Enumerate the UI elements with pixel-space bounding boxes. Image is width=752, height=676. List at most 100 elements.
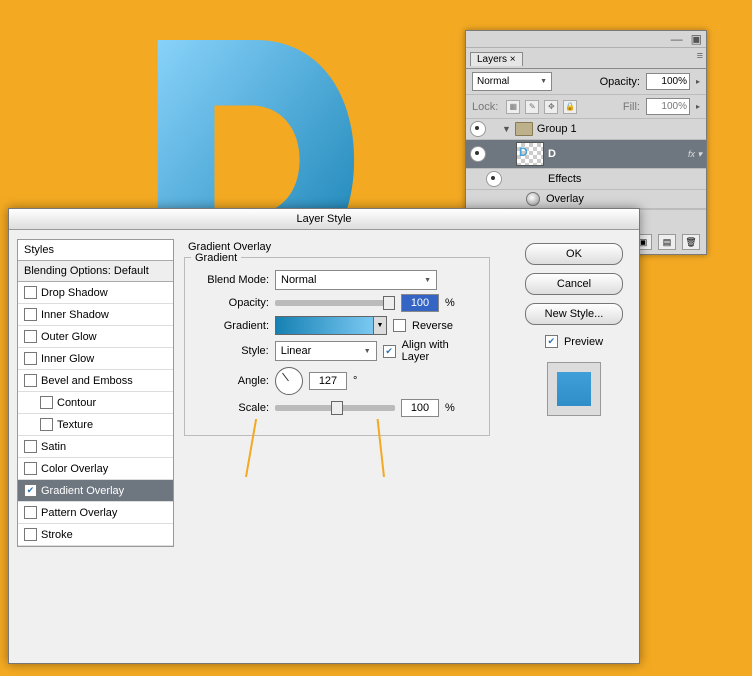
layer-group-row[interactable]: ▼ Group 1 [466, 119, 706, 140]
layers-tab[interactable]: Layers × [470, 52, 523, 66]
preview-label: Preview [564, 336, 603, 348]
checkbox[interactable] [24, 308, 37, 321]
opt-label: Gradient Overlay [41, 485, 124, 497]
layer-blend-mode-value: Normal [477, 76, 509, 87]
layer-blend-mode-select[interactable]: Normal ▼ [472, 72, 552, 91]
gradient-fieldset: Gradient Blend Mode: Normal ▼ Opacity: 1… [184, 257, 490, 436]
checkbox[interactable] [24, 374, 37, 387]
opacity-input[interactable]: 100 [401, 294, 439, 312]
opt-label: Contour [57, 397, 96, 409]
new-style-button[interactable]: New Style... [525, 303, 623, 325]
opt-label: Color Overlay [41, 463, 108, 475]
angle-dial[interactable] [275, 367, 303, 395]
visibility-eye-icon[interactable] [470, 121, 486, 137]
opacity-label: Opacity: [600, 76, 640, 88]
lock-fill-row: Lock: ▦ ✎ ✥ 🔒 Fill: 100% ▸ [466, 95, 706, 119]
blend-mode-value: Normal [281, 274, 316, 286]
style-label: Style: [195, 345, 269, 357]
blend-mode-select[interactable]: Normal ▼ [275, 270, 437, 290]
cancel-button[interactable]: Cancel [525, 273, 623, 295]
panel-menu-icon[interactable]: ≡ [697, 50, 702, 62]
scale-label: Scale: [195, 402, 269, 414]
layer-row-d[interactable]: D D fx ▾ [466, 140, 706, 169]
checkbox[interactable] [24, 506, 37, 519]
opt-pattern-overlay[interactable]: Pattern Overlay [18, 502, 173, 524]
opacity-label: Opacity: [195, 297, 269, 309]
checkbox[interactable] [24, 286, 37, 299]
checkbox-checked[interactable] [24, 484, 37, 497]
scale-slider[interactable] [275, 405, 395, 411]
layer-list: ▼ Group 1 D D fx ▾ Effects Overlay [466, 119, 706, 209]
preview-row: Preview [545, 335, 603, 348]
dialog-title: Layer Style [9, 209, 639, 230]
checkbox[interactable] [24, 440, 37, 453]
minimize-icon[interactable]: — [671, 32, 683, 46]
styles-header[interactable]: Styles [18, 240, 173, 261]
preview-checkbox[interactable] [545, 335, 558, 348]
gradient-label: Gradient: [195, 320, 269, 332]
lock-all-icon[interactable]: 🔒 [563, 100, 577, 114]
opt-contour[interactable]: Contour [18, 392, 173, 414]
trash-icon[interactable]: 🗑 [682, 234, 700, 250]
new-layer-icon[interactable]: ▤ [658, 234, 676, 250]
gradient-overlay-section: Gradient Overlay Gradient Blend Mode: No… [184, 239, 490, 436]
lock-position-icon[interactable]: ✥ [544, 100, 558, 114]
overlay-subrow[interactable]: Overlay [466, 190, 706, 209]
opt-label: Drop Shadow [41, 287, 108, 299]
fill-flyout-icon[interactable]: ▸ [696, 102, 700, 111]
opacity-flyout-icon[interactable]: ▸ [696, 77, 700, 86]
opt-bevel[interactable]: Bevel and Emboss [18, 370, 173, 392]
checkbox[interactable] [24, 462, 37, 475]
visibility-eye-icon[interactable] [470, 146, 486, 162]
checkbox[interactable] [24, 352, 37, 365]
opt-label: Satin [41, 441, 66, 453]
checkbox[interactable] [24, 330, 37, 343]
align-label: Align with Layer [402, 339, 479, 363]
visibility-eye-icon[interactable] [486, 171, 502, 187]
lock-transparency-icon[interactable]: ▦ [506, 100, 520, 114]
percent-symbol: % [445, 402, 455, 414]
opt-color-overlay[interactable]: Color Overlay [18, 458, 173, 480]
align-checkbox[interactable] [383, 345, 396, 358]
opt-outer-glow[interactable]: Outer Glow [18, 326, 173, 348]
opt-stroke[interactable]: Stroke [18, 524, 173, 546]
checkbox[interactable] [24, 528, 37, 541]
percent-symbol: % [445, 297, 455, 309]
layer-thumbnail: D [516, 142, 544, 166]
preview-box [547, 362, 601, 416]
scale-input[interactable]: 100 [401, 399, 439, 417]
layer-fill-input[interactable]: 100% [646, 98, 690, 115]
opt-satin[interactable]: Satin [18, 436, 173, 458]
fieldset-legend: Gradient [191, 252, 241, 264]
lock-paint-icon[interactable]: ✎ [525, 100, 539, 114]
opt-label: Bevel and Emboss [41, 375, 133, 387]
opt-gradient-overlay[interactable]: Gradient Overlay [18, 480, 173, 502]
ok-button[interactable]: OK [525, 243, 623, 265]
angle-input[interactable]: 127 [309, 372, 347, 390]
opt-label: Outer Glow [41, 331, 97, 343]
style-select[interactable]: Linear ▼ [275, 341, 377, 361]
gradient-swatch[interactable]: ▼ [275, 316, 387, 335]
reverse-checkbox[interactable] [393, 319, 406, 332]
opt-inner-shadow[interactable]: Inner Shadow [18, 304, 173, 326]
layer-style-dialog: Layer Style Styles Blending Options: Def… [8, 208, 640, 664]
folder-arrow-icon[interactable]: ▼ [502, 124, 511, 134]
fx-badge[interactable]: fx ▾ [688, 149, 702, 160]
preview-swatch [557, 372, 591, 406]
opt-label: Pattern Overlay [41, 507, 117, 519]
expand-icon[interactable]: ▣ [691, 32, 702, 46]
checkbox[interactable] [40, 396, 53, 409]
opt-inner-glow[interactable]: Inner Glow [18, 348, 173, 370]
opacity-slider[interactable] [275, 300, 395, 306]
styles-list: Styles Blending Options: Default Drop Sh… [17, 239, 174, 547]
opt-texture[interactable]: Texture [18, 414, 173, 436]
blending-options[interactable]: Blending Options: Default [18, 261, 173, 282]
opt-label: Stroke [41, 529, 73, 541]
thumb-d-icon: D [519, 145, 528, 159]
layer-opacity-input[interactable]: 100% [646, 73, 690, 90]
chevron-down-icon: ▼ [540, 78, 547, 85]
opt-drop-shadow[interactable]: Drop Shadow [18, 282, 173, 304]
checkbox[interactable] [40, 418, 53, 431]
effects-subrow[interactable]: Effects [466, 169, 706, 190]
layers-tabs: Layers × ≡ [466, 48, 706, 69]
